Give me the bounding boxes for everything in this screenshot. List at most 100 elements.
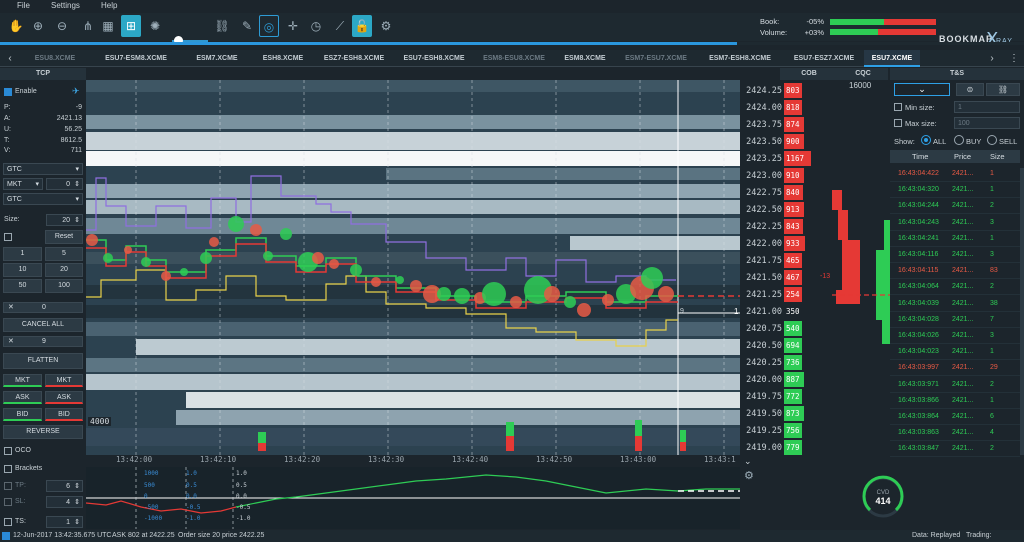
zoom-in-icon[interactable]: ⊕ (28, 15, 48, 37)
ts-table-row[interactable]: 16:43:04:023 2421... 1 (890, 344, 1020, 361)
col-price[interactable]: Price (954, 152, 971, 161)
instrument-tab[interactable]: ESM7-ESH8.XCME (696, 50, 784, 67)
ts-table-row[interactable]: 16:43:04:243 2421... 3 (890, 215, 1020, 231)
ladder-settings-icon[interactable]: ⚙ (744, 469, 754, 482)
ts-table-row[interactable]: 16:43:04:241 2421... 1 (890, 231, 1020, 247)
stepper-icon[interactable]: ⇕ (74, 517, 80, 528)
reset-button[interactable]: Reset (45, 230, 83, 244)
stepper-icon[interactable]: ⇕ (74, 497, 80, 508)
ts-table-row[interactable]: 16:43:03:847 2421... 2 (890, 441, 1020, 458)
ts-table-row[interactable]: 16:43:04:026 2421... 3 (890, 328, 1020, 344)
instrument-tab[interactable]: ESM7-ESU7.XCME (616, 50, 696, 67)
brightness-icon[interactable]: ✺ (145, 15, 165, 37)
tif-select[interactable]: GTC ▾ (3, 163, 83, 175)
cancel-orders-row[interactable]: ✕ 0 (3, 302, 83, 313)
min-size-input[interactable]: 1 (954, 101, 1020, 113)
indicators-icon[interactable]: ⊞ (121, 15, 141, 37)
menu-help[interactable]: Help (101, 1, 117, 10)
timer-icon[interactable]: ◷ (306, 15, 326, 37)
share-icon[interactable]: ⋔ (78, 15, 98, 37)
radio-buy[interactable] (954, 135, 964, 145)
satellite-icon[interactable]: ✈ (72, 86, 80, 97)
tabs-prev-arrow[interactable]: ‹ (2, 50, 18, 67)
qty-stepper[interactable]: 0 ⇕ (46, 178, 83, 190)
instrument-tab[interactable]: ESM7.XCME (182, 50, 252, 67)
ts-table-row[interactable]: 16:43:04:064 2421... 2 (890, 279, 1020, 296)
ts-stepper[interactable]: 1 ⇕ (46, 516, 83, 528)
ts-table-row[interactable]: 16:43:04:028 2421... 7 (890, 312, 1020, 328)
stepper-icon[interactable]: ⇕ (74, 481, 80, 492)
order-type-select[interactable]: MKT ▾ (3, 178, 43, 190)
heatmap-chart[interactable]: 4000 9 1 (86, 80, 740, 455)
sl-checkbox[interactable] (4, 498, 12, 506)
stepper-icon[interactable]: ⇕ (74, 215, 80, 226)
ts-scrollbar[interactable] (1020, 168, 1024, 455)
ladder-collapse-icon[interactable]: ⌄ (744, 456, 752, 467)
crosshair-icon[interactable]: ✛ (283, 15, 303, 37)
size-20-button[interactable]: 20 (45, 263, 83, 277)
sell-ask-button[interactable]: ASK (45, 391, 83, 404)
instrument-tab[interactable]: ESZ7-ESH8.XCME (314, 50, 394, 67)
min-size-checkbox[interactable] (894, 103, 902, 111)
ts-table-row[interactable]: 16:43:03:863 2421... 4 (890, 425, 1020, 442)
tp-checkbox[interactable] (4, 482, 12, 490)
col-size[interactable]: Size (990, 152, 1005, 161)
instrument-tab[interactable]: ESU7.XCME (864, 50, 920, 67)
ts-table-row[interactable]: 16:43:04:320 2421... 1 (890, 182, 1020, 199)
tp-stepper[interactable]: 6 ⇕ (46, 480, 83, 492)
menu-settings[interactable]: Settings (51, 1, 80, 10)
instrument-tab[interactable]: ESM8.XCME (554, 50, 616, 67)
ts-chat-button[interactable]: ⊜ (956, 83, 984, 96)
ts-table-row[interactable]: 16:43:03:971 2421... 2 (890, 377, 1020, 393)
sell-mkt-button[interactable]: MKT (45, 374, 83, 387)
ts-table-row[interactable]: 16:43:03:997 2421... 29 (890, 360, 1020, 377)
reverse-button[interactable]: REVERSE (3, 425, 83, 439)
tif2-select[interactable]: GTC ▾ (3, 193, 83, 205)
size-stepper[interactable]: 20 ⇕ (46, 214, 83, 226)
line-chart-icon[interactable]: ⟋ (330, 15, 350, 37)
instrument-tab[interactable]: ESU7-ESH8.XCME (394, 50, 474, 67)
layout-icon[interactable]: ▦ (98, 15, 118, 37)
pencil-icon[interactable]: ✎ (237, 15, 257, 37)
link-icon[interactable]: ⛓ (212, 15, 232, 37)
ts-table-row[interactable]: 16:43:04:116 2421... 3 (890, 247, 1020, 263)
sell-bid-button[interactable]: BID (45, 408, 83, 421)
ts-table-row[interactable]: 16:43:04:115 2421... 83 (890, 263, 1020, 280)
gear-icon[interactable]: ⚙ (376, 15, 396, 37)
oco-checkbox[interactable] (4, 447, 12, 455)
instrument-tab[interactable]: ESH8.XCME (252, 50, 314, 67)
instrument-tab[interactable]: ESU7-ESZ7.XCME (784, 50, 864, 67)
close-icon[interactable]: ✕ (8, 338, 14, 345)
size-1-button[interactable]: 1 (3, 247, 42, 261)
size-5-button[interactable]: 5 (45, 247, 83, 261)
col-time[interactable]: Time (912, 152, 928, 161)
hand-tool-icon[interactable]: ✋ (6, 15, 26, 37)
price-ladder[interactable]: 16000 -13 2424.25 803 2424.00 818 2423.75 874… (740, 80, 890, 455)
ts-checkbox[interactable] (4, 518, 12, 526)
instrument-tab[interactable]: ESM8-ESU8.XCME (474, 50, 554, 67)
instrument-tab[interactable]: ESU8.XCME (20, 50, 90, 67)
ts-table-row[interactable]: 16:43:04:422 2421... 1 (890, 166, 1020, 182)
tabs-menu-icon[interactable]: ⋮ (1006, 50, 1022, 67)
size-lock-checkbox[interactable] (4, 233, 12, 241)
size-50-button[interactable]: 50 (3, 279, 42, 293)
enable-checkbox[interactable] (4, 88, 12, 96)
buy-bid-button[interactable]: BID (3, 408, 42, 421)
radio-all[interactable] (921, 135, 931, 145)
brackets-checkbox[interactable] (4, 465, 12, 473)
close-icon[interactable]: ✕ (8, 304, 14, 311)
ts-table-row[interactable]: 16:43:04:244 2421... 2 (890, 198, 1020, 215)
max-size-checkbox[interactable] (894, 119, 902, 127)
ts-table-row[interactable]: 16:43:04:039 2421... 38 (890, 296, 1020, 312)
unlock-icon[interactable]: 🔓 (352, 15, 372, 37)
ts-link-button[interactable]: ⛓ (986, 83, 1020, 96)
tabs-next-arrow[interactable]: › (984, 50, 1000, 67)
zoom-out-icon[interactable]: ⊖ (52, 15, 72, 37)
replay-progress[interactable] (0, 42, 1024, 45)
size-100-button[interactable]: 100 (45, 279, 83, 293)
ts-filter-dropdown[interactable]: ⌄ (894, 83, 950, 96)
menu-file[interactable]: File (17, 1, 30, 10)
instrument-tab[interactable]: ESU7-ESM8.XCME (90, 50, 182, 67)
target-icon[interactable]: ◎ (259, 15, 279, 37)
ts-table-row[interactable]: 16:43:03:866 2421... 1 (890, 393, 1020, 409)
